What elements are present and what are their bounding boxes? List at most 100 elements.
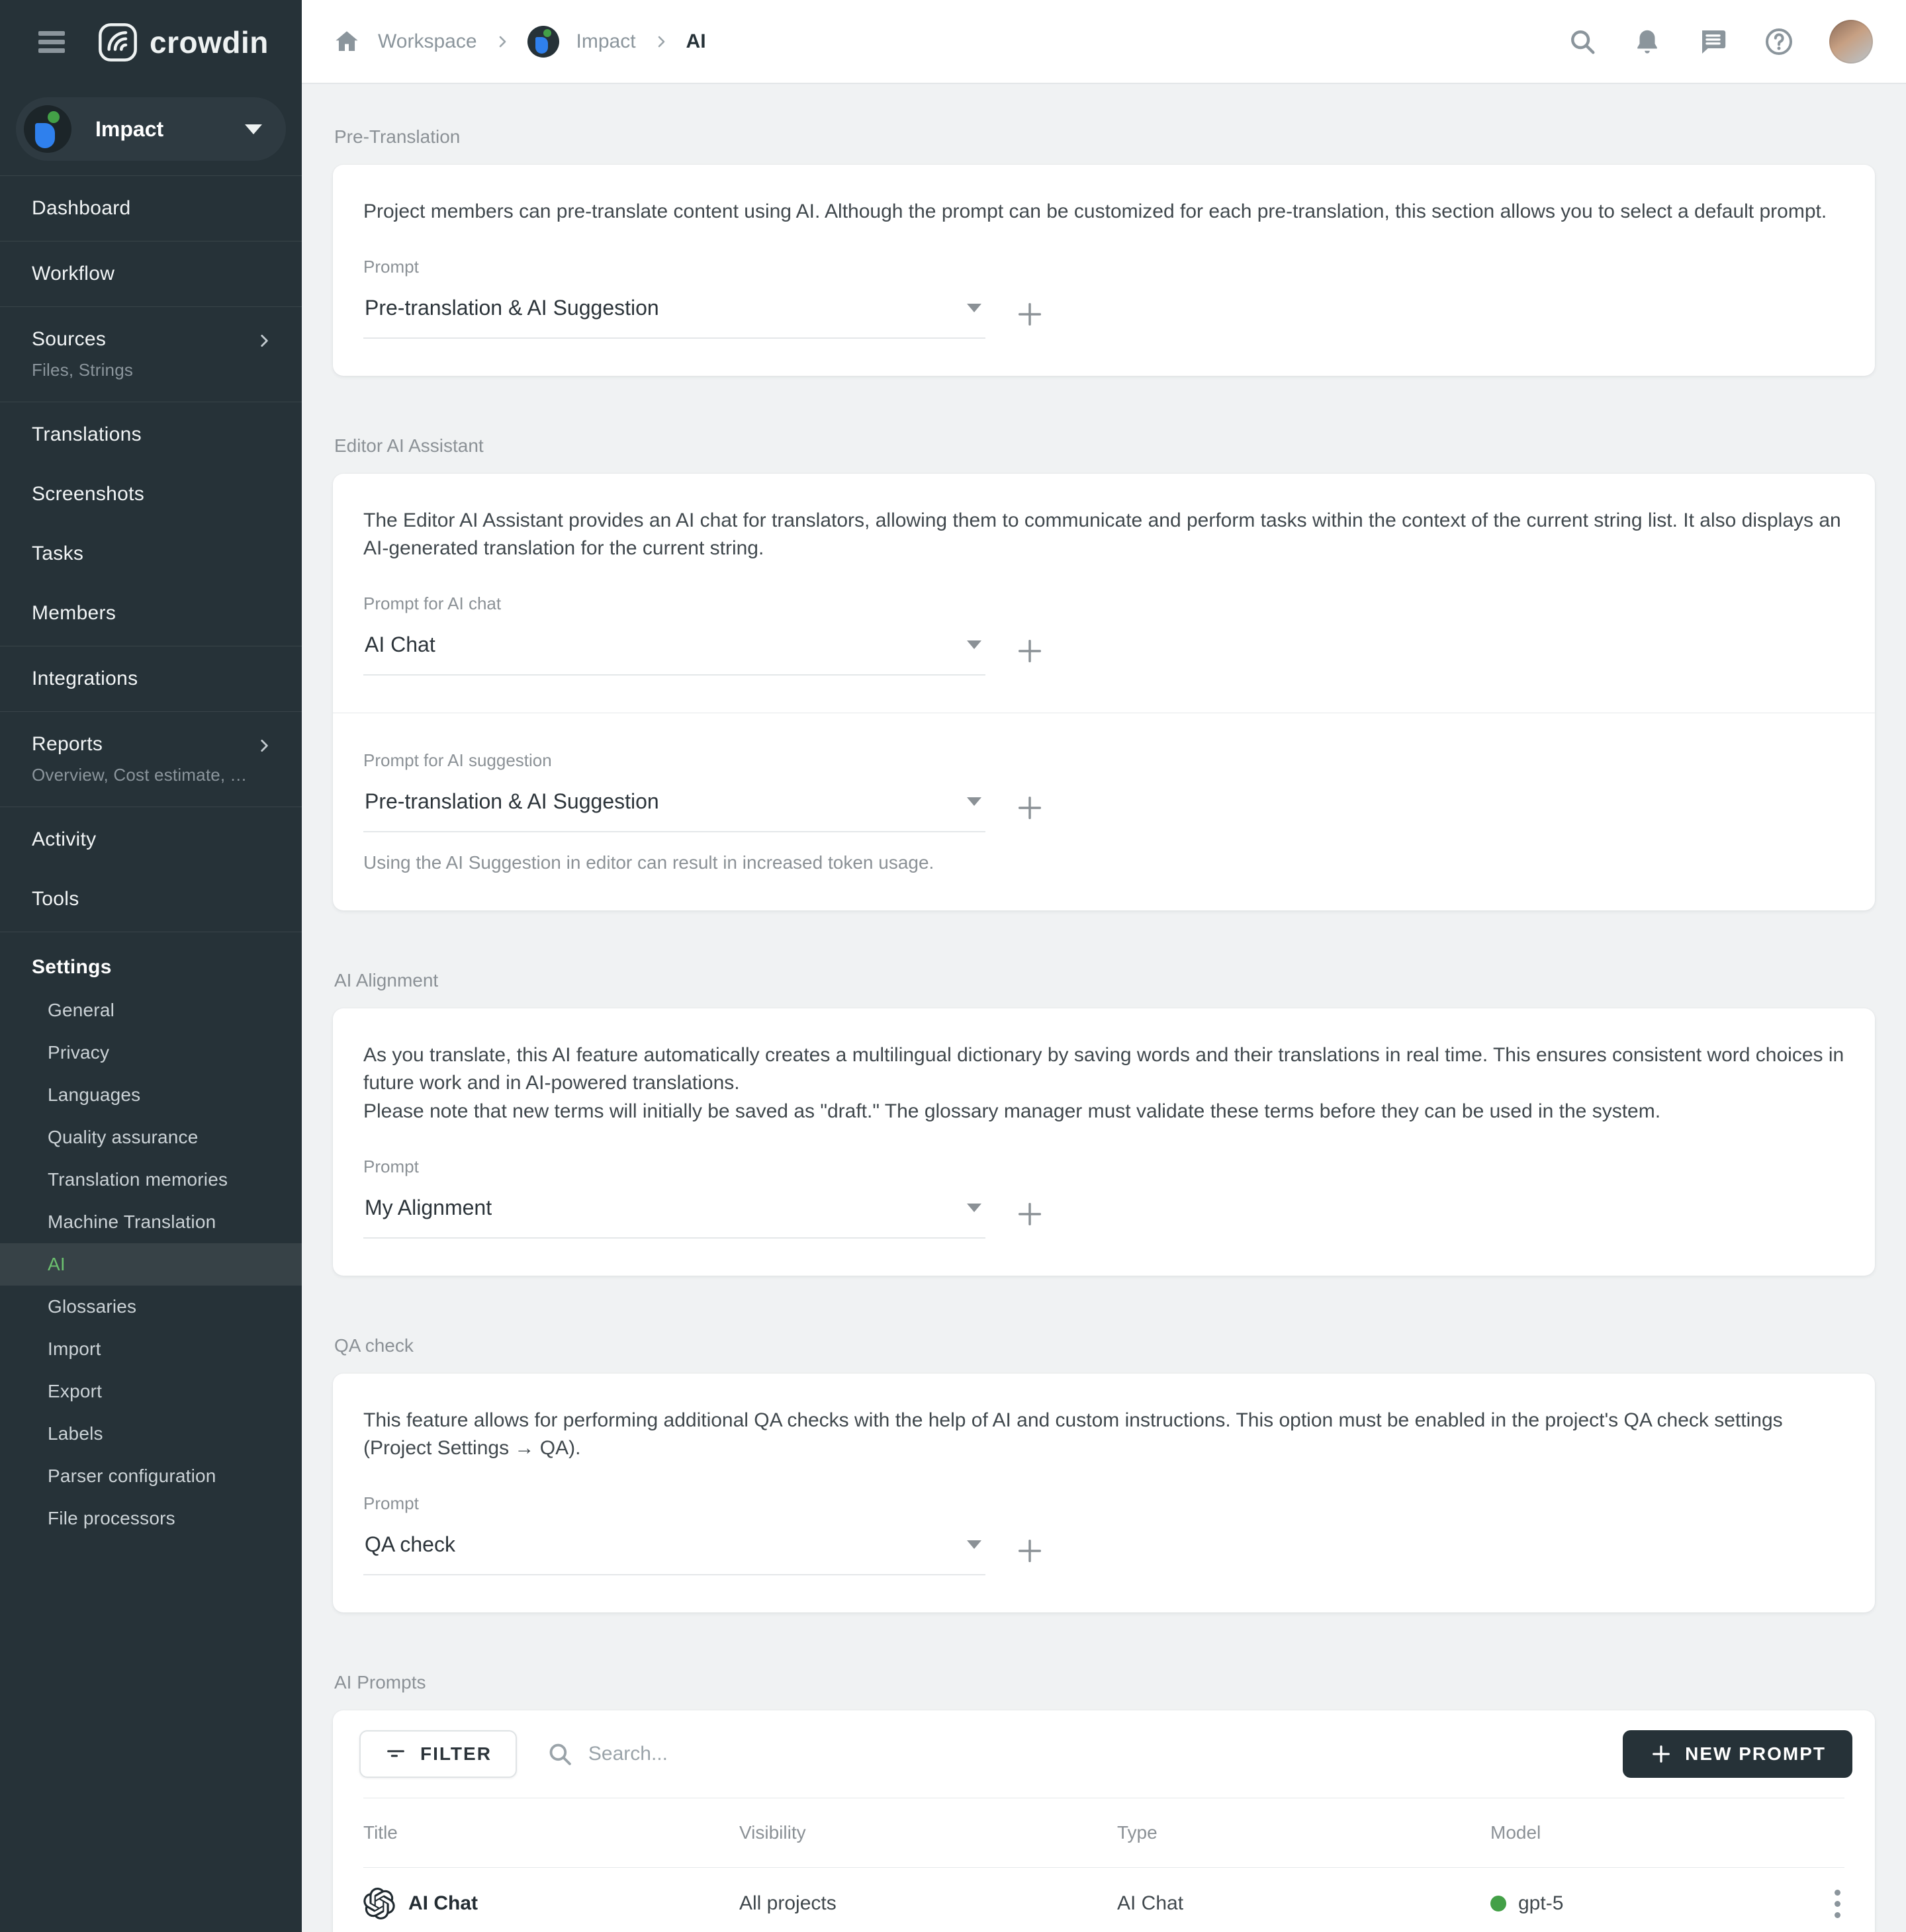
sidebar-item-integrations[interactable]: Integrations: [0, 649, 302, 709]
field-label: Prompt: [363, 257, 1844, 277]
chevron-right-icon: [653, 34, 669, 50]
ai-suggestion-note: Using the AI Suggestion in editor can re…: [363, 852, 1844, 873]
sidebar-item-reports[interactable]: Reports Overview, Cost estimate, Transl.…: [0, 715, 302, 804]
new-prompt-button[interactable]: NEW PROMPT: [1623, 1730, 1852, 1778]
add-prompt-button[interactable]: [1015, 636, 1045, 666]
add-prompt-button[interactable]: [1015, 793, 1045, 823]
sidebar-settings-item-labels[interactable]: Labels: [0, 1413, 302, 1455]
ai-chat-prompt-field: Prompt for AI chat AI Chat: [363, 593, 1844, 676]
ai-alignment-description-line2: Please note that new terms will initiall…: [363, 1098, 1844, 1126]
messages-icon[interactable]: [1697, 26, 1729, 58]
breadcrumb-project[interactable]: Impact: [576, 30, 636, 53]
app-root: crowdin Impact Dashboard Workflow: [0, 0, 1906, 1932]
prompt-title: AI Chat: [408, 1892, 478, 1915]
sidebar-item-dashboard[interactable]: Dashboard: [0, 179, 302, 238]
sidebar-settings-item-file-processors[interactable]: File processors: [0, 1497, 302, 1540]
sidebar-item-members[interactable]: Members: [0, 584, 302, 643]
chevron-down-icon: [967, 1540, 981, 1549]
search-icon: [546, 1740, 574, 1768]
sidebar-item-tasks[interactable]: Tasks: [0, 524, 302, 584]
sidebar-settings-item-translation-memories[interactable]: Translation memories: [0, 1159, 302, 1201]
add-prompt-button[interactable]: [1015, 299, 1045, 329]
column-header-model: Model: [1490, 1822, 1813, 1843]
page-content: Pre-Translation Project members can pre-…: [302, 84, 1906, 1932]
section-heading: Pre-Translation: [334, 126, 1875, 148]
ai-prompts-toolbar: FILTER NEW PROMPT: [333, 1710, 1875, 1798]
pre-translation-prompt-field: Prompt Pre-translation & AI Suggestion: [363, 257, 1844, 339]
breadcrumb: Workspace Impact AI: [333, 26, 1567, 58]
sidebar-item-sources[interactable]: Sources Files, Strings: [0, 310, 302, 399]
ai-suggestion-prompt-select[interactable]: Pre-translation & AI Suggestion: [363, 784, 985, 832]
search-icon[interactable]: [1567, 26, 1598, 57]
prompt-model: gpt-5: [1518, 1892, 1563, 1915]
sidebar-item-translations[interactable]: Translations: [0, 405, 302, 464]
project-avatar: [24, 105, 71, 153]
section-ai-prompts: AI Prompts FILTER NEW PROMP: [333, 1672, 1875, 1932]
editor-ai-assistant-description: The Editor AI Assistant provides an AI c…: [363, 507, 1844, 563]
project-selector[interactable]: Impact: [16, 97, 286, 161]
user-avatar[interactable]: [1829, 20, 1873, 64]
chevron-right-icon: [255, 332, 273, 349]
sidebar-item-workflow[interactable]: Workflow: [0, 244, 302, 304]
add-prompt-button[interactable]: [1015, 1199, 1045, 1229]
editor-ai-assistant-card: The Editor AI Assistant provides an AI c…: [333, 474, 1875, 910]
field-label: Prompt for AI suggestion: [363, 750, 1844, 771]
sidebar-settings-item-import[interactable]: Import: [0, 1328, 302, 1370]
sidebar-settings-item-machine-translation[interactable]: Machine Translation: [0, 1201, 302, 1243]
sidebar-settings-item-glossaries[interactable]: Glossaries: [0, 1286, 302, 1328]
sidebar-settings-header: Settings: [0, 949, 302, 989]
breadcrumb-workspace[interactable]: Workspace: [378, 30, 477, 53]
section-pre-translation: Pre-Translation Project members can pre-…: [333, 126, 1875, 376]
brand-name: crowdin: [150, 24, 269, 60]
topbar-actions: [1567, 20, 1873, 64]
sidebar-settings-item-privacy[interactable]: Privacy: [0, 1032, 302, 1074]
filter-button[interactable]: FILTER: [359, 1730, 517, 1778]
crowdin-logo-icon: [97, 21, 139, 64]
ai-alignment-prompt-select[interactable]: My Alignment: [363, 1190, 985, 1239]
table-row[interactable]: AI Chat All projects AI Chat gpt-5: [363, 1867, 1844, 1932]
section-heading: AI Prompts: [334, 1672, 1875, 1693]
sidebar-item-activity[interactable]: Activity: [0, 810, 302, 869]
add-prompt-button[interactable]: [1015, 1536, 1045, 1566]
plus-icon: [1649, 1742, 1673, 1766]
project-name: Impact: [95, 117, 245, 142]
sidebar-settings-item-general[interactable]: General: [0, 989, 302, 1032]
sidebar-settings-item-quality-assurance[interactable]: Quality assurance: [0, 1116, 302, 1159]
crowdin-logo[interactable]: crowdin: [97, 21, 269, 64]
section-qa-check: QA check This feature allows for perform…: [333, 1335, 1875, 1612]
project-selector-wrap: Impact: [0, 84, 302, 175]
sidebar-item-screenshots[interactable]: Screenshots: [0, 464, 302, 524]
qa-check-description: This feature allows for performing addit…: [363, 1407, 1844, 1463]
search-box: [546, 1740, 1623, 1768]
search-input[interactable]: [588, 1743, 1623, 1765]
breadcrumb-project-avatar[interactable]: [527, 26, 559, 58]
home-icon[interactable]: [333, 28, 361, 56]
main-area: Workspace Impact AI: [302, 0, 1906, 1932]
field-label: Prompt for AI chat: [363, 593, 1844, 614]
row-menu-kebab-icon[interactable]: [1831, 1886, 1844, 1922]
ai-alignment-description-line1: As you translate, this AI feature automa…: [363, 1041, 1844, 1098]
topbar: Workspace Impact AI: [302, 0, 1906, 84]
sidebar-settings-item-export[interactable]: Export: [0, 1370, 302, 1413]
chevron-right-icon: [255, 737, 273, 754]
table-header-row: Title Visibility Type Model: [363, 1798, 1844, 1867]
sidebar-settings-item-languages[interactable]: Languages: [0, 1074, 302, 1116]
qa-check-card: This feature allows for performing addit…: [333, 1374, 1875, 1612]
sidebar-item-tools[interactable]: Tools: [0, 869, 302, 929]
help-icon[interactable]: [1763, 26, 1795, 58]
chevron-down-icon: [967, 640, 981, 649]
pre-translation-prompt-select[interactable]: Pre-translation & AI Suggestion: [363, 290, 985, 339]
model-status-dot: [1490, 1896, 1506, 1911]
sidebar-nav: Dashboard Workflow Sources Files, String…: [0, 175, 302, 932]
column-header-visibility: Visibility: [739, 1822, 1117, 1843]
ai-chat-prompt-select[interactable]: AI Chat: [363, 627, 985, 676]
notifications-bell-icon[interactable]: [1632, 26, 1662, 57]
hamburger-menu-icon[interactable]: [38, 27, 65, 57]
filter-icon: [385, 1743, 407, 1765]
sidebar-settings-item-parser-configuration[interactable]: Parser configuration: [0, 1455, 302, 1497]
pre-translation-description: Project members can pre-translate conten…: [363, 198, 1844, 226]
qa-check-prompt-select[interactable]: QA check: [363, 1527, 985, 1575]
qa-check-prompt-field: Prompt QA check: [363, 1493, 1844, 1575]
sidebar-settings-item-ai[interactable]: AI: [0, 1243, 302, 1286]
chevron-down-icon: [967, 304, 981, 312]
